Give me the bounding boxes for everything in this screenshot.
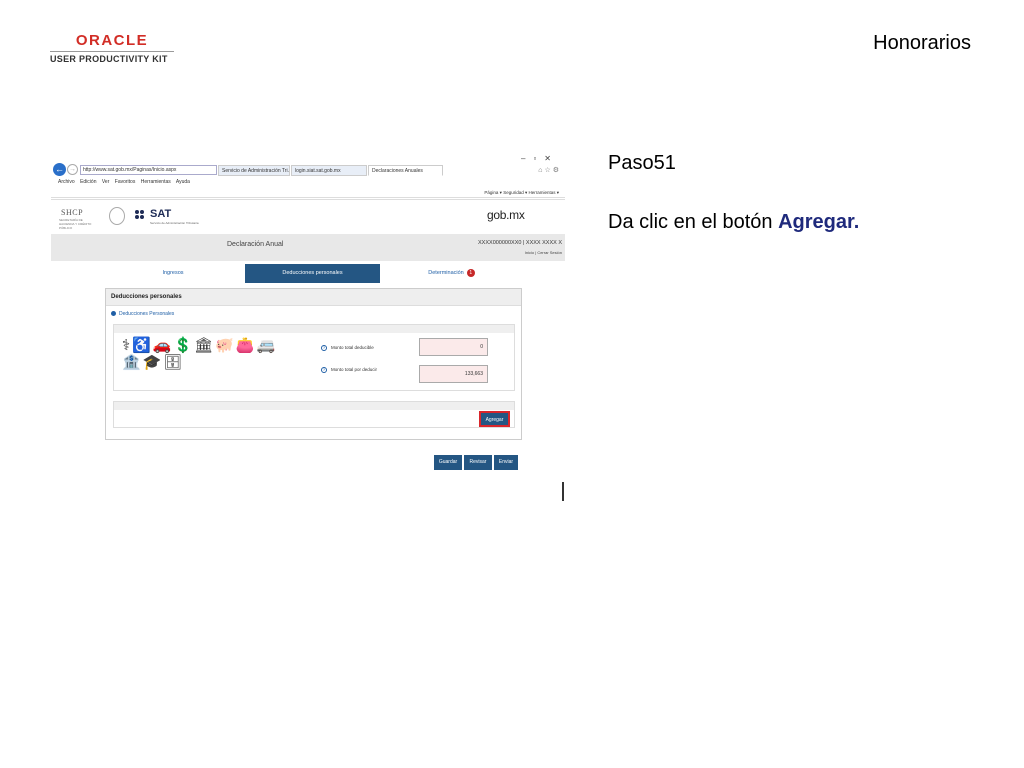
alert-badge: 1 — [466, 268, 475, 277]
enviar-button[interactable]: Enviar — [494, 455, 518, 470]
window-controls[interactable]: –▫✕ — [521, 154, 559, 163]
deductions-panel: Deducciones personales Deducciones Perso… — [105, 288, 522, 440]
summary-header-strip — [114, 325, 514, 333]
help-icon[interactable]: ? — [321, 367, 327, 373]
menu-ver[interactable]: Ver — [102, 179, 110, 185]
back-arrow-icon[interactable]: ← — [53, 163, 66, 176]
browser-tab-sat[interactable]: Servicio de Administración Tri... — [218, 165, 290, 176]
total-deducible-field: 0 — [419, 338, 488, 356]
tab-deducciones-label: Deducciones personales — [282, 270, 343, 276]
tab-determinacion[interactable]: Determinación 1 — [382, 264, 521, 283]
agregar-button[interactable]: Agregar — [479, 411, 510, 427]
embedded-screenshot: –▫✕ ← → http://www.sat.gob.mx/Paginas/In… — [51, 152, 565, 482]
field-label-por-deducir: ? Monto total por deducir — [321, 367, 378, 373]
step-title: Paso51 — [608, 152, 676, 174]
instruction-text: Da clic en el botón — [608, 211, 779, 233]
sat-logo-text: SAT — [150, 208, 172, 220]
address-bar[interactable]: http://www.sat.gob.mx/Paginas/Inicio.asp… — [80, 165, 217, 175]
national-seal-icon — [109, 207, 125, 225]
text-cursor — [562, 482, 564, 501]
tab-deducciones-personales[interactable]: Deducciones personales — [245, 264, 380, 283]
deduction-type-icons: ⚕♿🚗💲🏛🐖👛🚐 🏦🎓🗄 — [122, 337, 278, 371]
home-star-gear-icons[interactable]: ⌂☆⚙ — [538, 166, 561, 174]
add-deduction-area: Agregar — [113, 401, 515, 428]
shcp-subtitle: SECRETARÍA DE HACIENDA Y CRÉDITO PÚBLICO — [59, 218, 92, 230]
oracle-upk-logo: ORACLE USER PRODUCTIVITY KIT — [50, 33, 174, 64]
sat-full-name: Servicio de Administración Tributaria — [150, 221, 199, 225]
page-title: Declaración Anual — [227, 241, 284, 248]
menu-edicion[interactable]: Edición — [80, 179, 96, 185]
total-por-deducir-field: 133,663 — [419, 365, 488, 383]
taxpayer-rfc: XXXX000000XX0 | XXXX XXXX X — [478, 240, 562, 246]
sat-logo-icon — [135, 210, 147, 222]
forward-arrow-icon[interactable]: → — [67, 164, 78, 175]
field-label-deducible: ? Monto total deducible — [321, 345, 374, 351]
deductions-summary: ⚕♿🚗💲🏛🐖👛🚐 🏦🎓🗄 ? Monto total deducible 0 ? Mo… — [113, 324, 515, 391]
declaration-bar: Declaración Anual XXXX000000XX0 | XXXX X… — [51, 234, 565, 261]
document-title: Honorarios — [873, 32, 971, 54]
add-header-strip — [114, 402, 514, 410]
declaration-steps: Ingresos Deducciones personales Determin… — [103, 264, 521, 283]
guardar-button[interactable]: Guardar — [434, 455, 462, 470]
logo-subtitle: USER PRODUCTIVITY KIT — [50, 54, 168, 64]
menu-archivo[interactable]: Archivo — [58, 179, 75, 185]
oracle-wordmark: ORACLE — [75, 32, 149, 49]
browser-titlebar: –▫✕ ← → http://www.sat.gob.mx/Paginas/In… — [51, 152, 565, 178]
tab-ingresos-label: Ingresos — [162, 270, 184, 276]
logo-divider — [50, 51, 174, 52]
section-title: Deducciones Personales — [119, 311, 175, 317]
tab-ingresos[interactable]: Ingresos — [103, 264, 243, 283]
gob-mx-logo[interactable]: gob.mx — [487, 208, 525, 222]
browser-menubar: Archivo Edición Ver Favoritos Herramient… — [51, 178, 565, 187]
revisar-button[interactable]: Revisar — [464, 455, 492, 470]
menu-ayuda[interactable]: Ayuda — [176, 179, 190, 185]
session-links[interactable]: Inicio | Cerrar Sesión — [525, 250, 562, 255]
browser-tab-declaraciones[interactable]: Declaraciones Anuales — [368, 165, 443, 176]
section-toggle[interactable]: Deducciones Personales — [111, 311, 174, 317]
panel-title: Deducciones personales — [106, 289, 521, 306]
menu-favoritos[interactable]: Favoritos — [115, 179, 136, 185]
tab-determinacion-label: Determinación — [428, 270, 464, 276]
browser-tab-login[interactable]: login.siat.sat.gob.mx — [291, 165, 367, 176]
sat-site-header: SHCP SECRETARÍA DE HACIENDA Y CRÉDITO PÚ… — [51, 199, 565, 234]
browser-command-bar[interactable]: Página ▾ Seguridad ▾ Herramientas ▾ — [51, 187, 565, 198]
step-instruction: Da clic en el botón Agregar. — [608, 211, 859, 234]
shcp-logo: SHCP — [61, 208, 84, 217]
help-icon[interactable]: ? — [321, 345, 327, 351]
menu-herramientas[interactable]: Herramientas — [141, 179, 171, 185]
collapse-icon — [111, 311, 116, 317]
instruction-action: Agregar. — [778, 211, 860, 233]
